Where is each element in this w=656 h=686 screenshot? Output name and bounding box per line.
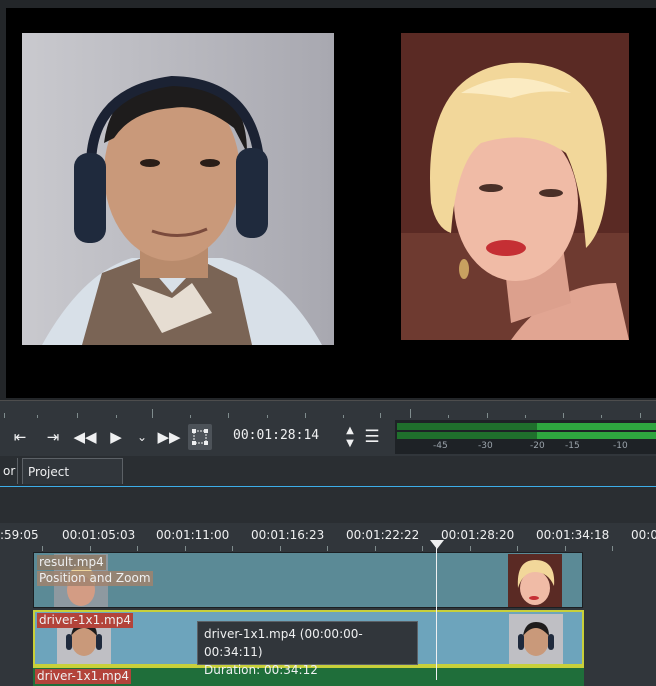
- video-clip-result[interactable]: result.mp4 Position and Zoom: [33, 552, 583, 608]
- play-options-chevron-down-icon[interactable]: ⌄: [132, 424, 152, 450]
- clip-thumbnail-end: [508, 554, 562, 607]
- ruler-label: 00:01:22:22: [346, 528, 420, 542]
- timeline-toolbar-area: [0, 487, 656, 523]
- ruler-label: :59:05: [0, 528, 39, 542]
- tooltip-line: driver-1x1.mp4 (00:00:00-00:34:11): [204, 627, 363, 659]
- audio-meter: -45 -30 -20 -15 -10: [395, 420, 656, 454]
- tab-clip-monitor[interactable]: or: [0, 458, 18, 484]
- monitor-tab-bar: or Project Monitor: [0, 456, 656, 505]
- meter-label: -10: [613, 441, 628, 451]
- right-video-frame: [401, 33, 629, 340]
- timecode-display[interactable]: 00:01:28:14: [233, 428, 319, 443]
- set-zone-in-icon[interactable]: ⇤: [8, 424, 32, 450]
- playhead-marker[interactable]: [430, 540, 444, 549]
- meter-label: -30: [478, 441, 493, 451]
- ruler-label: 00:01:11:00: [156, 528, 230, 542]
- ruler-label: 00:0: [631, 528, 656, 542]
- ruler-label: 00:01:28:20: [441, 528, 515, 542]
- rewind-icon[interactable]: ◀◀: [73, 424, 97, 450]
- ruler-label: 00:01:05:03: [62, 528, 136, 542]
- forward-icon[interactable]: ▶▶: [157, 424, 181, 450]
- menu-icon[interactable]: ☰: [360, 424, 384, 450]
- ruler-label: 00:01:34:18: [536, 528, 610, 542]
- clip-thumbnail-end: [509, 614, 563, 664]
- clip-effect-label: Position and Zoom: [37, 571, 153, 586]
- clip-name-label: driver-1x1.mp4: [35, 669, 131, 684]
- meter-label: -20: [530, 441, 545, 451]
- play-icon[interactable]: ▶: [104, 424, 128, 450]
- clip-name-label: result.mp4: [37, 555, 106, 570]
- monitor-screen: [6, 8, 656, 398]
- meter-label: -45: [433, 441, 448, 451]
- clip-name-label: driver-1x1.mp4: [37, 613, 133, 628]
- playhead[interactable]: [436, 540, 437, 680]
- tab-project-monitor[interactable]: Project Monitor: [22, 458, 123, 505]
- transform-icon[interactable]: [188, 424, 212, 450]
- timeline-ruler[interactable]: :59:05 00:01:05:03 00:01:11:00 00:01:16:…: [0, 523, 656, 551]
- set-zone-out-icon[interactable]: ⇥: [41, 424, 65, 450]
- meter-label: -15: [565, 441, 580, 451]
- ruler-label: 00:01:16:23: [251, 528, 325, 542]
- timecode-spin-icon[interactable]: ▲ ▼: [338, 424, 362, 450]
- tooltip-line: Duration: 00:34:12: [204, 663, 318, 677]
- left-video-frame: [22, 33, 334, 345]
- clip-tooltip: driver-1x1.mp4 (00:00:00-00:34:11) Durat…: [197, 621, 418, 677]
- clip-monitor: [0, 0, 656, 400]
- monitor-ruler[interactable]: [0, 400, 656, 419]
